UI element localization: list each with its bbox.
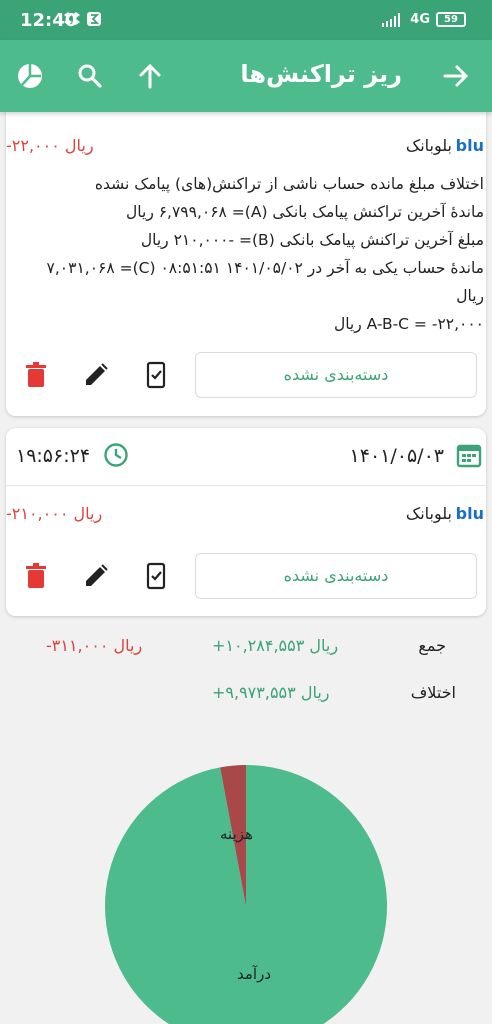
description-line: ماندهٔ آخرین تراکنش پیامک بانکی (A)= ۶,۷… xyxy=(126,203,484,221)
summary-total-expense: -۳۱۱,۰۰۰ ریال xyxy=(46,636,143,655)
summary-total-income: +۱۰,۲۸۴,۵۵۳ ریال xyxy=(212,636,339,655)
calendar-icon xyxy=(456,442,482,472)
bank-name: بلوبانک xyxy=(405,504,452,523)
status-right: 4G 59 xyxy=(382,12,466,27)
signal-icon xyxy=(382,12,401,27)
dropbox-icon xyxy=(64,12,80,25)
app-bar: ریز تراکنش‌ها xyxy=(0,40,492,112)
transaction-card[interactable]: ۱۴۰۱/۰۵/۰۳ ۱۹:۵۶:۲۴ blu بلوبانک -۲۱۰,۰۰۰… xyxy=(6,428,486,616)
clock-icon xyxy=(103,442,129,472)
transaction-amount: -۲۱۰,۰۰۰ ریال xyxy=(6,504,103,523)
assign-icon[interactable] xyxy=(141,561,171,591)
income-expense-pie: هزینه درآمد xyxy=(0,740,492,1024)
network-type: 4G xyxy=(410,12,430,27)
bank-logo: blu xyxy=(455,136,484,155)
transaction-card[interactable]: blu بلوبانک -۲۲,۰۰۰ ریال اختلاف مبلغ مان… xyxy=(6,112,486,416)
assign-icon[interactable] xyxy=(141,360,171,390)
description-line: ریال xyxy=(456,287,484,305)
summary-diff-value: +۹,۹۷۳,۵۵۳ ریال xyxy=(212,683,330,702)
bank-logo: blu xyxy=(455,504,484,523)
edit-icon[interactable] xyxy=(81,561,111,591)
category-button[interactable]: دسته‌بندی نشده xyxy=(195,553,477,599)
pie-label-income: درآمد xyxy=(237,965,271,983)
transaction-amount: -۲۲,۰۰۰ ریال xyxy=(6,136,94,155)
delete-icon[interactable] xyxy=(21,360,51,390)
description-line: ماندهٔ حساب یکی به آخر در ۱۴۰۱/۰۵/۰۲ ۰۸:… xyxy=(46,259,484,277)
status-bar: 12:40 4G 59 xyxy=(0,0,492,40)
notification-icons xyxy=(64,11,102,27)
date-row: ۱۴۰۱/۰۵/۰۳ ۱۹:۵۶:۲۴ xyxy=(6,428,486,486)
pie-chart-icon[interactable] xyxy=(16,62,44,90)
description-line: اختلاف مبلغ مانده حساب ناشی از تراکنش(ها… xyxy=(94,175,484,193)
arrow-forward-icon[interactable] xyxy=(442,62,470,90)
description-line: A-B-C = -۲۲,۰۰۰ ریال xyxy=(333,315,484,333)
pie-label-expense: هزینه xyxy=(220,825,253,843)
search-icon[interactable] xyxy=(76,62,104,90)
transaction-time: ۱۹:۵۶:۲۴ xyxy=(16,445,91,467)
category-button[interactable]: دسته‌بندی نشده xyxy=(195,352,477,398)
battery-icon: 59 xyxy=(436,12,466,27)
summary-total-label: جمع xyxy=(418,636,446,655)
description-line: مبلغ آخرین تراکنش پیامک بانکی (B)= -۲۱۰,… xyxy=(140,231,484,249)
transaction-date: ۱۴۰۱/۰۵/۰۳ xyxy=(349,445,444,467)
pie-slice-income xyxy=(105,765,387,1024)
bank-name: بلوبانک xyxy=(405,136,452,155)
app-notification-icon xyxy=(87,12,101,26)
delete-icon[interactable] xyxy=(21,561,51,591)
summary-diff-label: اختلاف xyxy=(410,683,456,702)
arrow-up-icon[interactable] xyxy=(136,62,164,90)
page-title: ریز تراکنش‌ها xyxy=(240,60,402,88)
edit-icon[interactable] xyxy=(81,360,111,390)
